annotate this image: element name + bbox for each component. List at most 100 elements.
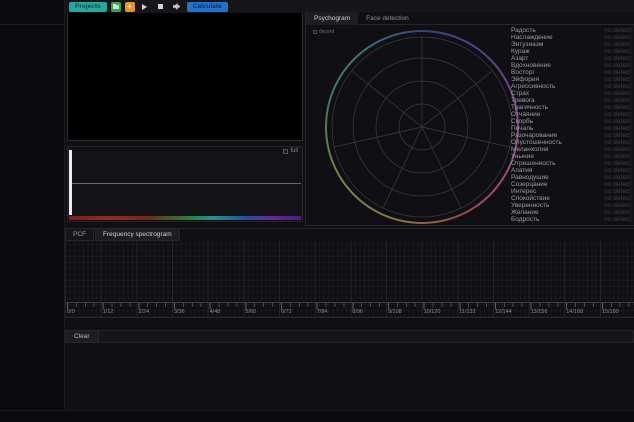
play-button[interactable] [139, 1, 151, 13]
app-window: Projects + Calculate full Psychogram Fac… [0, 0, 634, 422]
emotion-value: no detect [604, 55, 631, 62]
emotion-row: Трагичность no detect [511, 104, 631, 111]
full-checkbox[interactable] [283, 149, 288, 154]
spectrogram-tab-bar: PCF Frequency spectrogram [65, 229, 634, 241]
polar-grid [325, 30, 519, 224]
emotion-row: Энтузиазм no detect [511, 41, 631, 48]
speaker-icon [173, 3, 181, 10]
clear-bar: Clear [65, 330, 634, 343]
waveform-colorbar [69, 216, 301, 220]
time-axis-label: 2/24 [138, 309, 149, 315]
time-axis-label: 8/96 [352, 309, 363, 315]
emotion-row: Наслаждение no detect [511, 34, 631, 41]
tab-frequency-spectrogram[interactable]: Frequency spectrogram [95, 229, 180, 241]
waveform-controls: full [283, 148, 298, 154]
emotion-value: no detect [604, 34, 631, 41]
emotion-value: no detect [604, 125, 631, 132]
emotion-value: no detect [604, 209, 631, 216]
emotion-label: Спокойствие [511, 195, 550, 202]
time-axis-label: 1/12 [103, 309, 114, 315]
legend-checkbox[interactable] [313, 30, 317, 34]
psychogram-polar-chart [325, 30, 519, 224]
emotion-row: Меланхолия no detect [511, 146, 631, 153]
emotion-value: no detect [604, 202, 631, 209]
emotion-value: no detect [604, 132, 631, 139]
emotion-value: no detect [604, 139, 631, 146]
emotion-value: no detect [604, 160, 631, 167]
emotion-value: no detect [604, 83, 631, 90]
emotion-row: Вдохновение no detect [511, 62, 631, 69]
emotion-value: no detect [604, 111, 631, 118]
emotion-row: Созерцание no detect [511, 181, 631, 188]
play-icon [142, 4, 147, 10]
emotion-row: Печаль no detect [511, 125, 631, 132]
emotion-row: Тревога no detect [511, 97, 631, 104]
time-axis-label: 0/0 [67, 309, 75, 315]
emotion-value: no detect [604, 76, 631, 83]
emotion-label: Созерцание [511, 181, 548, 188]
tab-psychogram[interactable]: Psychogram [306, 12, 358, 25]
emotion-label: Разочарование [511, 132, 557, 139]
emotion-label: Апатия [511, 167, 532, 174]
emotion-label: Уверенность [511, 202, 549, 209]
emotion-label: Интерес [511, 188, 536, 195]
emotion-value: no detect [604, 181, 631, 188]
clear-button[interactable]: Clear [65, 330, 99, 343]
waveform-panel: full [67, 146, 303, 222]
projects-button[interactable]: Projects [69, 2, 107, 12]
time-axis-labels: 0/01/122/243/364/485/606/727/848/969/108… [65, 309, 634, 316]
emotion-label: Восторг [511, 69, 535, 76]
emotion-value: no detect [604, 27, 631, 34]
time-axis-label: 11/132 [459, 309, 475, 315]
time-axis-label: 14/168 [566, 309, 583, 315]
emotion-label: Тревога [511, 97, 535, 104]
add-button[interactable]: + [125, 2, 135, 12]
emotion-label: Опустошенность [511, 139, 562, 146]
tab-pcf[interactable]: PCF [65, 229, 94, 241]
time-axis-label: 9/108 [388, 309, 402, 315]
emotion-row: Скорбь no detect [511, 118, 631, 125]
clear-bar-track [99, 330, 634, 343]
emotion-value: no detect [604, 188, 631, 195]
emotion-row: Уныние no detect [511, 153, 631, 160]
waveform-baseline [72, 183, 301, 184]
tab-face-detection[interactable]: Face detection [358, 12, 417, 25]
open-folder-button[interactable] [111, 2, 121, 12]
time-axis-label: 12/144 [495, 309, 512, 315]
emotion-label: Скорбь [511, 118, 533, 125]
stop-icon [158, 4, 164, 10]
full-label: full [290, 148, 298, 154]
emotion-label: Равнодушие [511, 174, 549, 181]
projects-sidebar [0, 0, 65, 422]
emotion-row: Отрешенность no detect [511, 160, 631, 167]
emotion-label: Эйфория [511, 76, 539, 83]
emotion-row: Эйфория no detect [511, 76, 631, 83]
time-axis-label: 10/120 [424, 309, 441, 315]
emotion-label: Вдохновение [511, 62, 551, 69]
emotion-label: Желание [511, 209, 539, 216]
video-preview [67, 13, 303, 141]
emotion-label: Уныние [511, 153, 534, 160]
emotion-row: Агрессивность no detect [511, 83, 631, 90]
emotion-value: no detect [604, 118, 631, 125]
time-axis-label: 15/180 [602, 309, 619, 315]
emotions-scrollbar[interactable] [630, 26, 633, 224]
emotion-label: Энтузиазм [511, 41, 543, 48]
emotion-row: Равнодушие no detect [511, 174, 631, 181]
emotion-row: Восторг no detect [511, 69, 631, 76]
emotion-value: no detect [604, 62, 631, 69]
calculate-button[interactable]: Calculate [187, 2, 228, 12]
emotion-value: no detect [604, 195, 631, 202]
emotion-value: no detect [604, 41, 631, 48]
emotion-label: Печаль [511, 125, 533, 132]
emotion-list: Радость no detect Наслаждение no detect … [511, 27, 631, 223]
emotion-value: no detect [604, 216, 631, 223]
emotion-row: Азарт no detect [511, 55, 631, 62]
emotion-value: no detect [604, 90, 631, 97]
emotion-label: Радость [511, 27, 536, 34]
spectrogram-canvas[interactable]: 0/01/122/243/364/485/606/727/848/969/108… [65, 241, 634, 317]
emotion-label: Страх [511, 90, 529, 97]
emotion-value: no detect [604, 174, 631, 181]
volume-button[interactable] [171, 1, 183, 13]
stop-button[interactable] [155, 1, 167, 13]
